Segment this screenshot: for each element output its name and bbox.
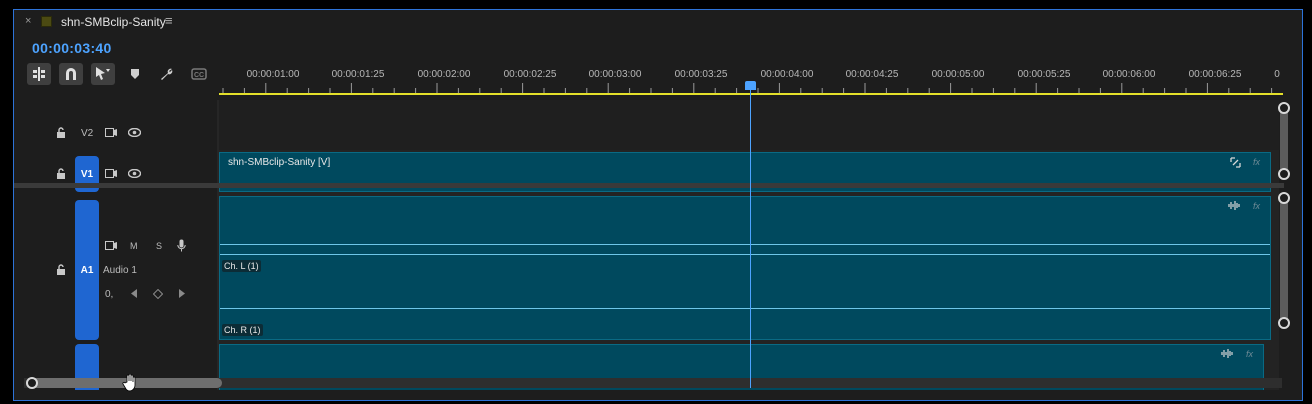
video-audio-divider[interactable] — [14, 183, 1284, 188]
mute-button[interactable]: M — [130, 241, 138, 251]
fx-badge: fx — [1253, 157, 1261, 167]
ruler-label: 00:00:01:00 — [246, 69, 300, 80]
ruler-label: 00:00:06:00 — [1102, 69, 1156, 80]
track-target-a1[interactable]: A1 — [75, 200, 99, 340]
waveform-icon — [1228, 201, 1241, 210]
close-tab-button[interactable]: × — [25, 15, 31, 27]
keyframe-selector[interactable]: 0, — [105, 289, 113, 300]
channel-l-waveform — [220, 244, 1270, 245]
ruler-label: 00:00:01:25 — [331, 69, 385, 80]
ruler-label: 00:00:04:00 — [760, 69, 814, 80]
channel-r-label: Ch. R (1) — [222, 324, 263, 336]
solo-button[interactable]: S — [156, 241, 162, 251]
audio-vertical-scrollbar[interactable] — [1280, 196, 1288, 324]
film-icon[interactable] — [105, 241, 117, 250]
keyframe-icon[interactable] — [153, 289, 163, 299]
waveform-icon — [1221, 349, 1234, 358]
timeline-panel: × shn-SMBclip-Sanity ≡ 00:00:03:40 CC 00… — [13, 9, 1303, 401]
audio-scroll-handle-bottom[interactable] — [1278, 317, 1290, 329]
zoom-handle-left[interactable] — [26, 377, 38, 389]
video-scroll-handle-top[interactable] — [1278, 102, 1290, 114]
next-keyframe-icon[interactable] — [179, 289, 185, 298]
ruler-label: 00:00:04:25 — [845, 69, 899, 80]
playhead-timecode[interactable]: 00:00:03:40 — [32, 40, 112, 56]
hand-cursor-icon — [122, 374, 138, 392]
playhead-line[interactable] — [750, 88, 751, 388]
lock-icon[interactable] — [56, 264, 66, 275]
previous-keyframe-icon[interactable] — [131, 289, 137, 298]
link-icon — [1230, 157, 1241, 168]
track-lane-v2[interactable] — [219, 100, 1279, 150]
track-headers: V2 V1 A1 M S Audio 1 0, — [14, 100, 219, 390]
fx-badge: fx — [1246, 349, 1254, 359]
wrench-icon[interactable] — [155, 63, 179, 85]
snap-magnet-icon[interactable] — [59, 63, 83, 85]
video-clip-name: shn-SMBclip-Sanity [V] — [228, 157, 331, 168]
film-icon[interactable] — [105, 128, 117, 137]
video-scroll-handle-bottom[interactable] — [1278, 168, 1290, 180]
audio-scroll-handle-top[interactable] — [1278, 192, 1290, 204]
channel-divider — [220, 254, 1270, 255]
ruler-label: 00:00:03:00 — [588, 69, 642, 80]
microphone-icon[interactable] — [177, 239, 186, 252]
work-area-bar[interactable] — [219, 93, 1283, 95]
ruler-label: 00:00:06:25 — [1188, 69, 1242, 80]
track-name-a1[interactable]: Audio 1 — [103, 265, 137, 276]
sequence-title[interactable]: shn-SMBclip-Sanity — [61, 15, 166, 29]
ruler-label: 00:00:03:25 — [674, 69, 728, 80]
eye-icon[interactable] — [128, 169, 141, 178]
audio-clip[interactable]: fx Ch. L (1) Ch. R (1) — [219, 196, 1271, 340]
track-name-v2[interactable]: V2 — [81, 128, 93, 139]
sequence-color-swatch — [41, 16, 52, 27]
ruler-label: 00:00:02:00 — [417, 69, 471, 80]
ruler-label: 0 — [1274, 69, 1280, 80]
insert-edit-icon[interactable] — [27, 63, 51, 85]
ruler-label: 00:00:02:25 — [503, 69, 557, 80]
panel-menu-icon[interactable]: ≡ — [165, 13, 173, 28]
captions-icon[interactable]: CC — [187, 63, 211, 85]
linked-selection-icon[interactable] — [91, 63, 115, 85]
time-ruler[interactable]: 00:00:01:00 00:00:01:25 00:00:02:00 00:0… — [219, 63, 1283, 96]
lock-icon[interactable] — [56, 168, 66, 179]
film-icon[interactable] — [105, 169, 117, 178]
ruler-label: 00:00:05:00 — [931, 69, 985, 80]
tracks-area[interactable]: shn-SMBclip-Sanity [V] fx fx Ch. L (1) C… — [219, 100, 1279, 390]
ruler-label: 00:00:05:25 — [1017, 69, 1071, 80]
sequence-tab[interactable]: × shn-SMBclip-Sanity ≡ — [14, 10, 1302, 34]
fx-badge: fx — [1253, 201, 1261, 211]
marker-icon[interactable] — [123, 63, 147, 85]
channel-l-label: Ch. L (1) — [222, 260, 261, 272]
eye-icon[interactable] — [128, 128, 141, 137]
lock-icon[interactable] — [56, 127, 66, 138]
channel-r-waveform — [220, 308, 1270, 309]
svg-text:CC: CC — [194, 72, 204, 79]
